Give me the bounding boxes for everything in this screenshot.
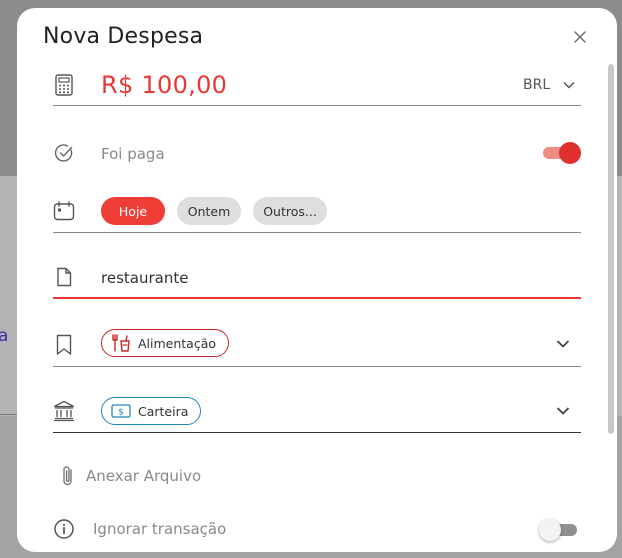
currency-value: BRL <box>523 77 551 93</box>
account-underline <box>53 432 581 433</box>
file-icon <box>53 266 75 288</box>
calculator-icon <box>53 74 75 96</box>
check-circle-icon <box>53 142 75 164</box>
chevron-down-icon[interactable] <box>555 336 571 352</box>
description-underline-focused <box>53 297 581 299</box>
date-option-today[interactable]: Hoje <box>101 197 165 225</box>
category-label: Alimentação <box>138 335 217 351</box>
date-option-yesterday[interactable]: Ontem <box>177 197 241 225</box>
account-tag[interactable]: $ Carteira <box>101 397 202 425</box>
chevron-down-icon <box>563 81 575 89</box>
category-row[interactable]: Alimentação <box>53 329 581 367</box>
category-underline <box>53 366 581 367</box>
amount-input[interactable]: R$ 100,00 <box>101 71 227 99</box>
food-icon <box>110 334 132 352</box>
chevron-down-icon[interactable] <box>555 403 571 419</box>
paid-toggle[interactable] <box>543 142 581 164</box>
attach-file-button[interactable]: Anexar Arquivo <box>86 467 201 485</box>
bank-icon <box>53 400 75 422</box>
account-label: Carteira <box>138 403 189 419</box>
currency-select[interactable]: BRL <box>523 77 575 93</box>
account-row[interactable]: $ Carteira <box>53 397 581 433</box>
date-underline <box>53 232 581 233</box>
paid-label: Foi paga <box>101 145 165 163</box>
amount-underline <box>53 105 581 106</box>
category-tag[interactable]: Alimentação <box>101 329 230 357</box>
date-option-other[interactable]: Outros... <box>253 197 327 225</box>
ignore-label: Ignorar transação <box>93 520 227 538</box>
info-icon <box>53 518 75 540</box>
paperclip-icon <box>57 465 79 487</box>
date-row: Hoje Ontem Outros... <box>53 197 581 233</box>
dialog-title: Nova Despesa <box>43 24 204 49</box>
amount-row: R$ 100,00 BRL <box>53 71 581 106</box>
close-icon[interactable] <box>571 28 589 46</box>
calendar-icon <box>53 200 75 222</box>
description-input[interactable]: restaurante <box>101 269 188 287</box>
money-icon: $ <box>110 402 132 420</box>
ignore-toggle[interactable] <box>539 519 577 541</box>
paid-row: Foi paga <box>53 142 581 166</box>
scrollbar[interactable] <box>608 64 614 434</box>
attach-row[interactable]: Anexar Arquivo <box>53 465 581 489</box>
ignore-row: Ignorar transação <box>53 518 581 542</box>
new-expense-dialog: Nova Despesa R$ 100,00 BRL Foi paga Hoje… <box>17 8 617 552</box>
svg-text:$: $ <box>118 408 124 418</box>
bookmark-icon <box>53 334 75 356</box>
description-row: restaurante <box>53 266 581 300</box>
background-text-fragment: a <box>0 326 9 346</box>
